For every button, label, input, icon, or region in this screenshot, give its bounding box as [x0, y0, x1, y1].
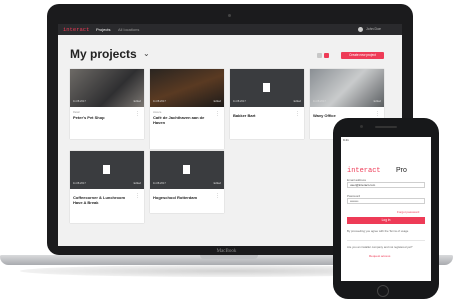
forgot-password-link[interactable]: Forgot password [397, 210, 419, 214]
company-question: Are you an installer company and not reg… [347, 245, 413, 249]
terms-text: By proceeding you agree with the Terms o… [347, 229, 409, 233]
phone-logo: interact [347, 167, 381, 175]
project-edit-status: Edited [213, 182, 221, 185]
project-name: Peter's Pet Shop [73, 115, 105, 120]
phone-screen: 9:41 interact Pro Email address user@int… [341, 137, 431, 281]
laptop-camera [228, 14, 231, 17]
project-card[interactable]: 11.08.2017 Edited Retail Peter's Pet Sho… [70, 69, 144, 139]
project-edit-status: Edited [133, 182, 141, 185]
chevron-down-icon[interactable]: ⌄ [143, 49, 150, 58]
project-name: Hogeschool Rotterdam [153, 195, 198, 200]
home-button[interactable] [377, 285, 389, 297]
user-menu[interactable]: John Doe [366, 27, 381, 31]
more-icon[interactable]: ⋮ [215, 111, 220, 117]
project-date: 11.08.2017 [153, 100, 166, 103]
document-icon [263, 83, 270, 92]
project-type: Retail [73, 111, 80, 114]
phone-speaker [375, 126, 397, 128]
project-name: Coffeecorner & Lunchroom Have A Break [73, 195, 126, 205]
project-name: Bakker Bart [233, 113, 256, 118]
email-field[interactable]: user@interact.com [347, 182, 425, 188]
document-icon [103, 165, 110, 174]
project-date: 11.08.2017 [73, 182, 86, 185]
project-edit-status: Edited [293, 100, 301, 103]
nav-all-locations[interactable]: All locations [118, 27, 139, 32]
project-card[interactable]: 11.08.2017 Edited Horeca Café de Jachtha… [150, 69, 224, 149]
project-edit-status: Edited [373, 100, 381, 103]
project-date: 11.08.2017 [233, 100, 246, 103]
project-card[interactable]: 11.08.2017 Edited Bakker Bart ⋮ [230, 69, 304, 139]
app-logo[interactable]: interact [63, 26, 89, 33]
more-icon[interactable]: ⋮ [215, 193, 220, 199]
nav-projects[interactable]: Projects [96, 27, 110, 32]
page-title: My projects [70, 47, 137, 61]
phone-logo-pro: Pro [396, 167, 407, 174]
more-icon[interactable]: ⋮ [375, 111, 380, 117]
grid-view-icon[interactable] [317, 53, 322, 58]
status-bar: 9:41 [343, 138, 349, 142]
more-icon[interactable]: ⋮ [295, 111, 300, 117]
phone-camera [360, 125, 363, 128]
project-date: 11.08.2017 [313, 100, 326, 103]
project-edit-status: Edited [213, 100, 221, 103]
list-view-icon[interactable] [324, 53, 329, 58]
project-date: 11.08.2017 [153, 182, 166, 185]
more-icon[interactable]: ⋮ [135, 111, 140, 117]
request-access-link[interactable]: Request access [369, 254, 390, 258]
project-name: Café de Jachthaven aan de Haven [153, 115, 205, 125]
login-button[interactable]: Log in [347, 217, 425, 224]
project-type: Horeca [153, 111, 162, 114]
laptop-notch [200, 255, 258, 259]
project-edit-status: Edited [133, 100, 141, 103]
app-topbar: interact Projects All locations John Doe [58, 24, 402, 35]
create-project-button[interactable]: Create new project [341, 52, 384, 59]
password-field[interactable]: •••••••• [347, 198, 425, 204]
document-icon [183, 165, 190, 174]
avatar[interactable] [358, 27, 363, 32]
more-icon[interactable]: ⋮ [135, 193, 140, 199]
divider [347, 240, 425, 241]
project-date: 11.08.2017 [73, 100, 86, 103]
project-card[interactable]: 11.08.2017 Edited Coffeecorner & Lunchro… [70, 151, 144, 223]
project-card[interactable]: 11.08.2017 Edited Hogeschool Rotterdam ⋮ [150, 151, 224, 213]
